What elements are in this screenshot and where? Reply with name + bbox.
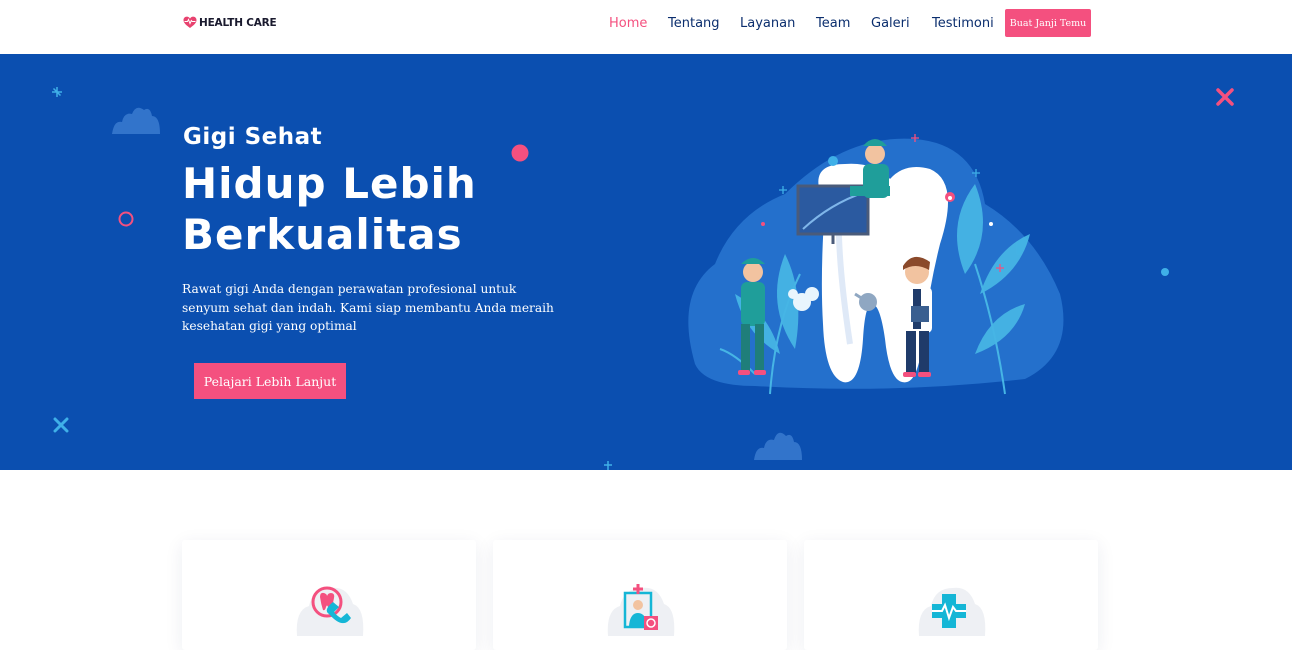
logo[interactable]: HEALTH CARE <box>183 16 277 29</box>
ring-shape <box>118 211 134 227</box>
dentist-team-illustration <box>688 134 1064 395</box>
nav-galeri[interactable]: Galeri <box>871 16 910 31</box>
cloud-shape <box>754 432 802 460</box>
hero-title: Hidup Lebih Berkualitas <box>182 159 477 259</box>
book-appointment-button[interactable]: Buat Janji Temu <box>1005 9 1091 37</box>
hero-section: Gigi Sehat Hidup Lebih Berkualitas Rawat… <box>0 54 1292 470</box>
tooth-phone-icon <box>296 586 364 636</box>
service-card[interactable] <box>804 540 1098 650</box>
service-card[interactable] <box>182 540 476 650</box>
learn-more-button[interactable]: Pelajari Lebih Lanjut <box>194 363 346 399</box>
heart-pulse-icon <box>183 16 197 28</box>
hero-subtitle: Gigi Sehat <box>183 124 323 150</box>
nav-layanan[interactable]: Layanan <box>740 16 795 31</box>
sparkle-icon <box>52 87 62 97</box>
cross-sparkle-icon <box>1216 88 1234 106</box>
nav-home[interactable]: Home <box>609 16 647 31</box>
navbar: HEALTH CARE Home Tentang Layanan Team Ga… <box>0 0 1292 54</box>
plus-sparkle-icon <box>604 461 612 470</box>
brand-name: HEALTH CARE <box>199 16 277 29</box>
doctor-schedule-icon <box>607 584 675 636</box>
nav-team[interactable]: Team <box>816 16 850 31</box>
cloud-shape <box>112 107 160 134</box>
service-card[interactable] <box>493 540 787 650</box>
cross-sparkle-icon <box>53 417 69 433</box>
nav-tentang[interactable]: Tentang <box>668 16 720 31</box>
medical-cross-pulse-icon <box>918 587 986 636</box>
hero-description: Rawat gigi Anda dengan perawatan profesi… <box>182 282 554 333</box>
dot-shape <box>1161 268 1169 276</box>
nav-testimoni[interactable]: Testimoni <box>932 16 994 31</box>
